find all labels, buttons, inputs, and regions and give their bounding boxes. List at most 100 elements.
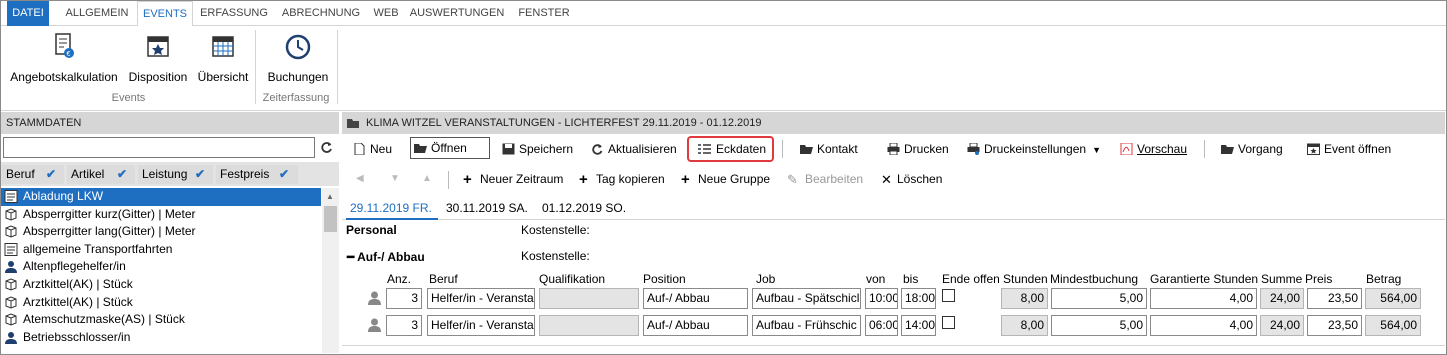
- summe-field[interactable]: 24,00: [1260, 288, 1304, 309]
- filter-beruf[interactable]: Beruf ✔: [2, 165, 64, 184]
- oeffnen-button[interactable]: Öffnen: [410, 137, 490, 159]
- box-icon: [4, 208, 18, 221]
- calendar-star-icon: [147, 36, 169, 57]
- vorgang-button[interactable]: Vorgang: [1218, 138, 1283, 161]
- mindestbuchung-field[interactable]: 5,00: [1051, 315, 1147, 336]
- beruf-field[interactable]: Helfer/in - Veransta: [427, 315, 535, 336]
- position-field[interactable]: Auf-/ Abbau: [643, 288, 748, 309]
- collapse-icon[interactable]: ━: [347, 250, 354, 264]
- tab-abrechnung[interactable]: ABRECHNUNG: [277, 1, 365, 26]
- betrag-field[interactable]: 564,00: [1365, 288, 1421, 309]
- job-field[interactable]: Aufbau - Frühschic: [752, 315, 861, 336]
- disposition-button[interactable]: Disposition: [125, 30, 191, 90]
- svg-text:€: €: [67, 51, 71, 58]
- bis-field[interactable]: 14:00: [901, 315, 936, 336]
- dropdown-arrow-icon[interactable]: ▼: [1092, 145, 1101, 155]
- preis-field[interactable]: 23,50: [1307, 288, 1362, 309]
- open-folder-icon: [800, 145, 813, 154]
- stunden-field[interactable]: 8,00: [1001, 288, 1048, 309]
- stunden-field[interactable]: 8,00: [1001, 315, 1048, 336]
- nav-up-icon[interactable]: ▲: [422, 173, 432, 184]
- tab-auswertungen[interactable]: AUSWERTUNGEN: [407, 1, 507, 26]
- tab-events[interactable]: EVENTS: [137, 1, 193, 27]
- kontakt-button[interactable]: Kontakt: [797, 138, 858, 161]
- neu-button[interactable]: Neu: [350, 138, 392, 161]
- checkmark-icon: ✔: [117, 167, 128, 181]
- garantierte-stunden-field[interactable]: 4,00: [1150, 288, 1257, 309]
- ribbon-separator: [337, 30, 338, 104]
- group-auf-abbau[interactable]: ━ Auf-/ Abbau: [347, 250, 425, 264]
- ende-offen-checkbox[interactable]: [942, 316, 955, 329]
- event-oeffnen-button[interactable]: Event öffnen: [1304, 138, 1391, 161]
- tab-erfassung[interactable]: ERFASSUNG: [197, 1, 271, 26]
- uebersicht-button[interactable]: Übersicht: [195, 30, 251, 90]
- bis-field[interactable]: 18:00: [901, 288, 936, 309]
- garantierte-stunden-field[interactable]: 4,00: [1150, 315, 1257, 336]
- list-scrollbar[interactable]: ▲: [322, 188, 339, 353]
- list-item[interactable]: Abladung LKW: [1, 188, 321, 206]
- col-von: von: [866, 272, 886, 286]
- anz-input[interactable]: 3: [386, 288, 422, 309]
- job-field[interactable]: Aufbau - Spätschicl: [752, 288, 861, 309]
- summe-field[interactable]: 24,00: [1260, 315, 1304, 336]
- qualifikation-field[interactable]: [539, 315, 639, 336]
- list-item[interactable]: Absperrgitter lang(Gitter) | Meter: [1, 223, 321, 241]
- von-field[interactable]: 06:00: [865, 315, 898, 336]
- vorschau-button[interactable]: Vorschau: [1117, 138, 1187, 161]
- betrag-field[interactable]: 564,00: [1365, 315, 1421, 336]
- preis-field[interactable]: 23,50: [1307, 315, 1362, 336]
- loeschen-button[interactable]: ✕ Löschen: [877, 168, 942, 191]
- box-icon: [4, 278, 18, 291]
- nav-left-icon[interactable]: ◀: [356, 173, 364, 184]
- druckeinstellungen-button[interactable]: Druckeinstellungen ▼: [964, 138, 1101, 161]
- stammdaten-search-input[interactable]: [3, 137, 315, 158]
- filter-artikel[interactable]: Artikel ✔: [67, 165, 135, 184]
- nav-down-icon[interactable]: ▼: [390, 173, 400, 184]
- scroll-up-icon[interactable]: ▲: [326, 192, 334, 201]
- list-item[interactable]: Arztkittel(AK) | Stück: [1, 276, 321, 294]
- aktualisieren-button[interactable]: Aktualisieren: [588, 138, 677, 161]
- list-item[interactable]: Betriebsschlosser/in: [1, 329, 321, 347]
- ende-offen-checkbox[interactable]: [942, 289, 955, 302]
- tab-web[interactable]: WEB: [369, 1, 403, 26]
- tab-allgemein[interactable]: ALLGEMEIN: [61, 1, 133, 26]
- tab-day-1[interactable]: 29.11.2019 FR.: [346, 196, 438, 220]
- position-field[interactable]: Auf-/ Abbau: [643, 315, 748, 336]
- drucken-button[interactable]: Drucken: [884, 138, 949, 161]
- neuer-zeitraum-button[interactable]: + Neuer Zeitraum: [460, 168, 563, 191]
- stammdaten-header: STAMMDATEN: [1, 112, 339, 134]
- list-item[interactable]: Absperrgitter kurz(Gitter) | Meter: [1, 206, 321, 224]
- tab-fenster[interactable]: FENSTER: [511, 1, 577, 26]
- ribbon: € Angebotskalkulation Disposition Übersi…: [1, 26, 1446, 111]
- tab-day-3[interactable]: 01.12.2019 SO.: [542, 196, 626, 220]
- anz-input[interactable]: 3: [386, 315, 422, 336]
- scrollbar-thumb[interactable]: [324, 206, 337, 232]
- folder-icon: [347, 119, 359, 128]
- filter-leistung[interactable]: Leistung ✔: [138, 165, 213, 184]
- list-item[interactable]: Altenpflegehelfer/in: [1, 258, 321, 276]
- toolbar-separator: [1204, 140, 1205, 158]
- buchungen-button[interactable]: Buchungen: [263, 30, 333, 90]
- neue-gruppe-button[interactable]: + Neue Gruppe: [678, 168, 770, 191]
- angebotskalkulation-button[interactable]: € Angebotskalkulation: [6, 30, 122, 90]
- col-anz: Anz.: [387, 272, 412, 286]
- bearbeiten-button[interactable]: ✎ Bearbeiten: [785, 168, 863, 191]
- eckdaten-button[interactable]: Eckdaten: [687, 136, 774, 162]
- mindestbuchung-field[interactable]: 5,00: [1051, 288, 1147, 309]
- list-item[interactable]: allgemeine Transportfahrten: [1, 241, 321, 259]
- pdf-icon: [1120, 143, 1133, 155]
- beruf-field[interactable]: Helfer/in - Veransta: [427, 288, 535, 309]
- list-item[interactable]: Atemschutzmaske(AS) | Stück: [1, 311, 321, 329]
- event-oeffnen-label: Event öffnen: [1324, 142, 1392, 156]
- tag-kopieren-button[interactable]: + Tag kopieren: [576, 168, 665, 191]
- tab-datei[interactable]: DATEI: [7, 1, 49, 26]
- speichern-label: Speichern: [519, 142, 574, 156]
- refresh-icon[interactable]: [320, 141, 333, 154]
- filter-festpreis[interactable]: Festpreis ✔: [216, 165, 298, 184]
- list-item-label: Arztkittel(AK) | Stück: [23, 276, 133, 291]
- list-item[interactable]: Arztkittel(AK) | Stück: [1, 294, 321, 312]
- speichern-button[interactable]: Speichern: [499, 138, 573, 161]
- tab-day-2[interactable]: 30.11.2019 SA.: [446, 196, 528, 220]
- qualifikation-field[interactable]: [539, 288, 639, 309]
- von-field[interactable]: 10:00: [865, 288, 898, 309]
